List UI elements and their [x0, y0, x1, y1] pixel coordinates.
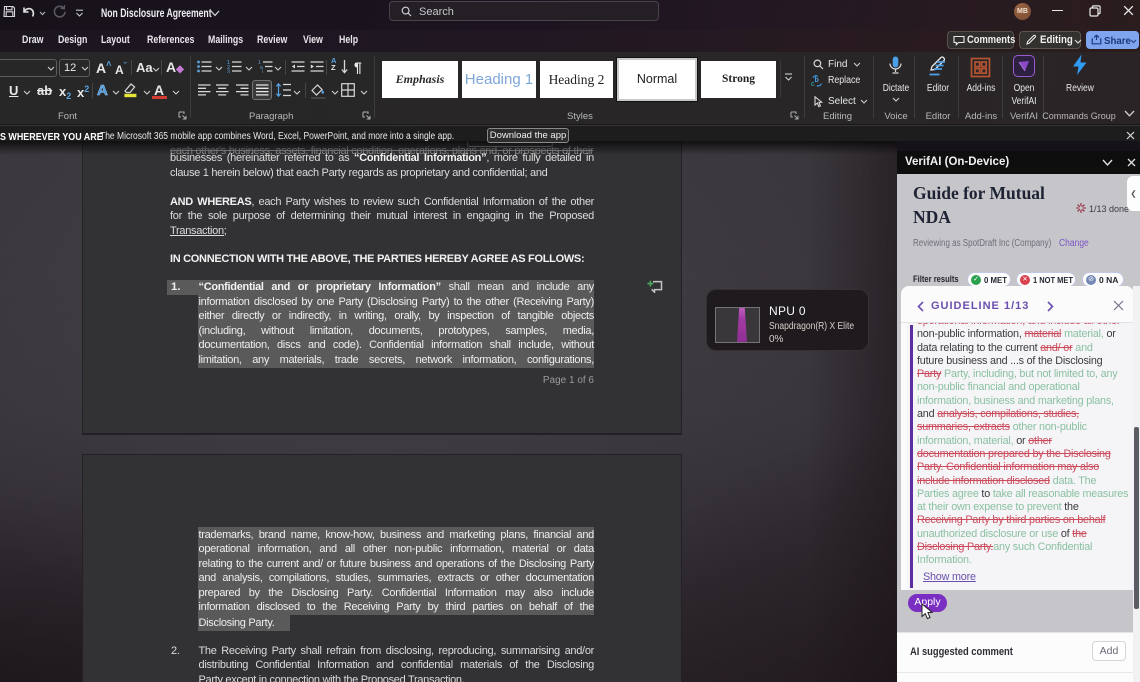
svg-text:b: b	[815, 77, 819, 84]
svg-text:c: c	[811, 81, 815, 87]
svg-text:i: i	[262, 69, 263, 73]
svg-text:3: 3	[227, 69, 230, 73]
